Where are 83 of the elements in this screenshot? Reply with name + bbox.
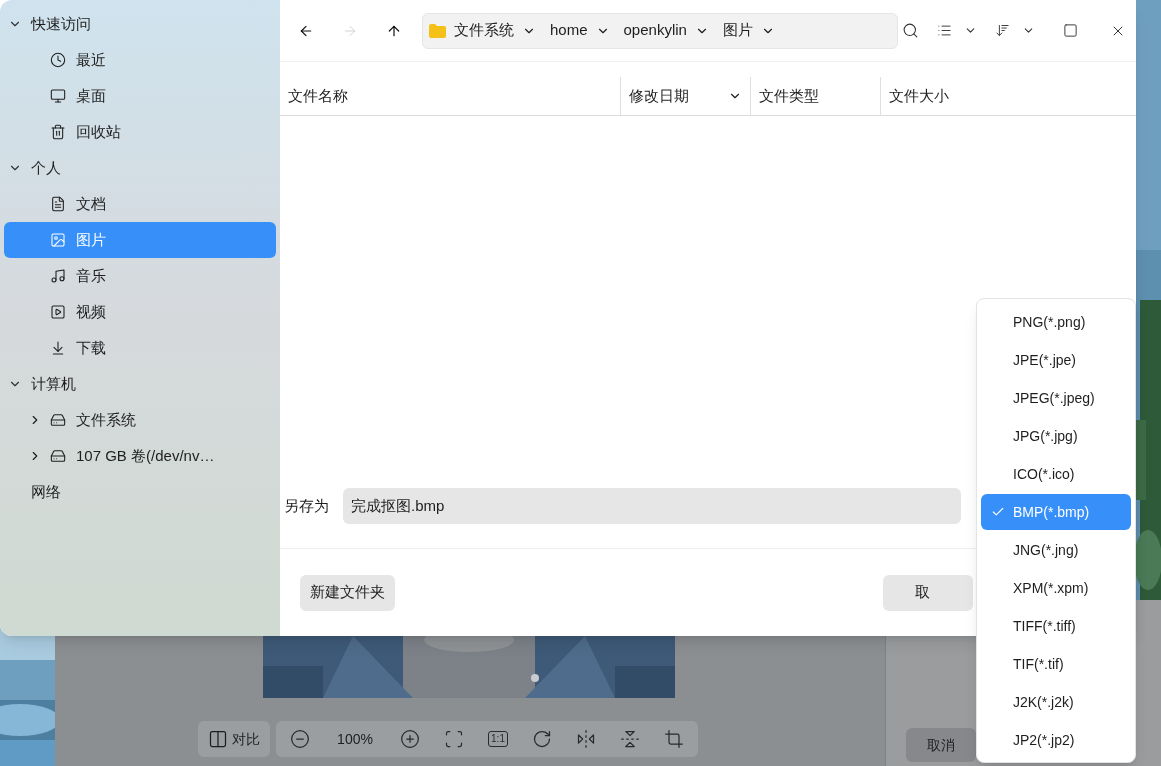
check-icon	[991, 505, 1005, 519]
actual-size-button[interactable]: 1:1	[478, 724, 518, 754]
menu-item[interactable]: TIF(*.tif)	[981, 646, 1131, 682]
maximize-button[interactable]	[1063, 23, 1078, 38]
search-button[interactable]	[902, 22, 919, 39]
sidebar-section[interactable]: 个人	[0, 150, 280, 186]
search-icon	[902, 22, 919, 39]
menu-item[interactable]: J2K(*.j2k)	[981, 684, 1131, 720]
download-icon	[50, 340, 66, 356]
item-label: 图片	[76, 229, 106, 250]
save-as-label: 另存为	[284, 495, 329, 516]
section-label: 个人	[31, 157, 61, 178]
sidebar-item[interactable]: 音乐	[4, 258, 276, 294]
section-label: 计算机	[31, 373, 76, 394]
sidebar-item[interactable]: 视频	[4, 294, 276, 330]
sidebar-section[interactable]: 快速访问	[0, 6, 280, 42]
menu-item[interactable]: ICO(*.ico)	[981, 456, 1131, 492]
sort-button[interactable]	[995, 23, 1035, 38]
compare-icon	[208, 729, 228, 749]
sidebar-item[interactable]: 文件系统	[4, 402, 276, 438]
item-label: 文档	[76, 193, 106, 214]
item-label: 桌面	[76, 85, 106, 106]
menu-item[interactable]: JPEG(*.jpeg)	[981, 380, 1131, 416]
menu-item[interactable]: JP2(*.jp2)	[981, 722, 1131, 758]
sidebar-item[interactable]: 下载	[4, 330, 276, 366]
sort-icon	[995, 23, 1010, 38]
sidebar-item[interactable]: 文档	[4, 186, 276, 222]
section-label: 网络	[31, 481, 61, 502]
menu-item[interactable]: JNG(*.jng)	[981, 532, 1131, 568]
menu-item[interactable]: TIFF(*.tiff)	[981, 608, 1131, 644]
monitor-icon	[50, 88, 66, 104]
path-segment[interactable]: 文件系统	[454, 19, 536, 42]
item-label: 最近	[76, 49, 106, 70]
fit-icon	[444, 729, 464, 749]
cancel-button[interactable]: 取	[883, 574, 973, 611]
zoom-out-icon	[290, 729, 310, 749]
folder-icon	[429, 23, 446, 38]
column-header[interactable]: 文件类型	[750, 77, 880, 115]
path-bar[interactable]: 文件系统 home openkylin 图片	[422, 12, 898, 49]
section-label: 快速访问	[31, 13, 91, 34]
crop-icon	[664, 729, 684, 749]
sidebar-item[interactable]: 最近	[4, 42, 276, 78]
sidebar-section[interactable]: 网络	[0, 474, 280, 510]
maximize-icon	[1063, 23, 1078, 38]
item-label: 107 GB 卷(/dev/nv…	[76, 445, 215, 466]
menu-item[interactable]: JPG(*.jpg)	[981, 418, 1131, 454]
sidebar-item[interactable]: 107 GB 卷(/dev/nv…	[4, 438, 276, 474]
path-segment[interactable]: openkylin	[623, 19, 709, 42]
menu-item[interactable]: JPE(*.jpe)	[981, 342, 1131, 378]
cancel-button[interactable]: 取消	[906, 728, 976, 762]
column-header[interactable]: 修改日期	[620, 77, 750, 115]
clock-icon	[50, 52, 66, 68]
sidebar-item[interactable]: 回收站	[4, 114, 276, 150]
play-icon	[50, 304, 66, 320]
drive-icon	[50, 448, 66, 464]
path-segment[interactable]: home	[550, 19, 610, 42]
item-label: 文件系统	[76, 409, 136, 430]
trash-icon	[50, 124, 66, 140]
zoom-level: 100%	[336, 729, 374, 749]
flip-vertical-icon	[620, 729, 640, 749]
path-segment[interactable]: 图片	[722, 19, 775, 42]
compare-button[interactable]: 对比	[198, 721, 270, 757]
new-folder-button[interactable]: 新建文件夹	[300, 574, 395, 611]
drive-icon	[50, 412, 66, 428]
music-note-icon	[50, 268, 66, 284]
column-header[interactable]: 文件名称	[280, 77, 620, 115]
image-icon	[50, 232, 66, 248]
item-label: 回收站	[76, 121, 121, 142]
file-name-field[interactable]: 完成抠图.bmp	[343, 488, 961, 524]
item-label: 下载	[76, 337, 106, 358]
view-mode-button[interactable]	[937, 23, 977, 38]
menu-item[interactable]: XPM(*.xpm)	[981, 570, 1131, 606]
sidebar-section[interactable]: 计算机	[0, 366, 280, 402]
document-icon	[50, 196, 66, 212]
list-icon	[937, 23, 952, 38]
item-label: 音乐	[76, 265, 106, 286]
sidebar-item[interactable]: 桌面	[4, 78, 276, 114]
menu-item[interactable]: PNG(*.png)	[981, 304, 1131, 340]
flip-horizontal-icon	[576, 729, 596, 749]
zoom-in-icon	[400, 729, 420, 749]
item-label: 视频	[76, 301, 106, 322]
column-header[interactable]: 文件大小	[880, 77, 1010, 115]
rotate-icon	[532, 729, 552, 749]
